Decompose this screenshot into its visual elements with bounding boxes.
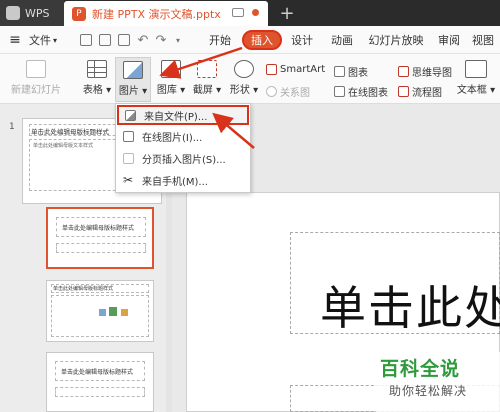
thumb-title-text: 单击此处编辑母版标题样式: [62, 225, 135, 232]
shapes-icon: [234, 60, 254, 78]
thumb-body-text: 单击此处编辑母版文本样式: [33, 143, 94, 149]
screenshot-button[interactable]: 截屏 ▾: [190, 60, 224, 96]
watermark-tagline: 助你轻松解决: [389, 384, 468, 398]
unsaved-dot-icon: [252, 9, 259, 16]
flowchart-button[interactable]: 流程图: [398, 84, 442, 99]
smartart-button[interactable]: SmartArt: [266, 64, 325, 75]
gallery-icon: [161, 60, 181, 78]
mindmap-button[interactable]: 思维导图: [398, 64, 452, 79]
print-preview-icon[interactable]: [118, 34, 130, 46]
save-icon[interactable]: [80, 34, 92, 46]
thumb-title-text: 单击此处编辑母版标题样式: [31, 128, 109, 136]
new-slide-icon: [26, 60, 46, 78]
slide-thumbnail-3[interactable]: 单击此处编辑母版标题样式: [46, 280, 154, 342]
table-label: 表格 ▾: [82, 85, 112, 96]
online-chart-icon: [334, 86, 345, 97]
textbox-button[interactable]: 文本框 ▾: [456, 60, 496, 96]
slide-number: 1: [9, 122, 15, 132]
menu-start[interactable]: 开始: [202, 30, 238, 50]
menu-review[interactable]: 审阅: [434, 30, 464, 50]
paged-image-icon: [123, 152, 134, 164]
smartart-icon: [266, 64, 277, 75]
chart-icon: [334, 66, 345, 77]
menu-slideshow[interactable]: 幻灯片放映: [366, 30, 426, 50]
from-phone-label: 来自手机(M)...: [142, 176, 208, 188]
slide-thumbnail-2[interactable]: 单击此处编辑母版标题样式: [46, 207, 154, 269]
menu-animation[interactable]: 动画: [324, 30, 360, 50]
monitor-icon[interactable]: [232, 8, 244, 17]
file-menu-label: 文件: [28, 34, 51, 47]
textbox-icon: [465, 60, 487, 78]
online-chart-button[interactable]: 在线图表: [334, 84, 388, 99]
paged-insert-label: 分页插入图片(S)...: [142, 154, 226, 166]
relation-label: 关系图: [280, 88, 310, 99]
new-slide-button[interactable]: 新建幻灯片: [8, 60, 64, 96]
wps-logo-icon: [6, 6, 20, 20]
relation-button[interactable]: 关系图: [266, 84, 310, 99]
slide-thumbnail-4[interactable]: 单击此处编辑母版标题样式: [46, 352, 154, 412]
gallery-button[interactable]: 图库 ▾: [154, 60, 188, 96]
gallery-label: 图库 ▾: [156, 85, 186, 96]
shapes-button[interactable]: 形状 ▾: [228, 60, 260, 96]
picture-label: 图片 ▾: [118, 86, 148, 97]
flowchart-label: 流程图: [412, 88, 442, 99]
new-tab-button[interactable]: +: [276, 2, 298, 24]
thumb-chart-icon: [109, 307, 117, 316]
thumb-image-icon: [99, 309, 106, 316]
thumb-title-text: 单击此处编辑母版标题样式: [61, 369, 134, 376]
chart-label: 图表: [348, 68, 368, 79]
online-image-icon: [123, 130, 134, 142]
menu-insert[interactable]: 插入: [242, 30, 282, 50]
online-image-label: 在线图片(I)...: [142, 132, 203, 144]
chevron-down-icon: ▾: [52, 35, 57, 45]
online-chart-label: 在线图表: [348, 88, 388, 99]
wps-tab-label: WPS: [25, 6, 50, 20]
hamburger-menu-icon[interactable]: ≡: [6, 30, 24, 50]
picture-button[interactable]: 图片 ▾: [115, 57, 151, 102]
scissors-icon: [197, 60, 217, 78]
presentation-file-icon: P: [72, 6, 86, 21]
new-slide-label: 新建幻灯片: [11, 85, 61, 96]
undo-icon[interactable]: ↶: [136, 30, 150, 50]
phone-scan-icon: ✂: [123, 173, 134, 187]
picture-icon: [123, 61, 143, 79]
redo-icon[interactable]: ↷: [154, 30, 168, 50]
menu-item-from-phone[interactable]: ✂ 来自手机(M)...: [117, 170, 249, 190]
thumb-table-icon: [121, 309, 128, 316]
menu-view[interactable]: 视图: [472, 30, 500, 50]
thumb-subtitle-box: [55, 387, 145, 397]
document-tab-title: 新建 PPTX 演示文稿.pptx: [92, 7, 221, 21]
watermark-brand: 百科全说: [380, 358, 461, 380]
textbox-label: 文本框 ▾: [456, 85, 496, 96]
print-icon[interactable]: [99, 34, 111, 46]
from-file-label: 来自文件(P)...: [144, 111, 208, 123]
shapes-label: 形状 ▾: [229, 85, 259, 96]
menu-item-paged-insert[interactable]: 分页插入图片(S)...: [117, 148, 249, 168]
menu-item-online-image[interactable]: 在线图片(I)...: [117, 126, 249, 146]
thumb-body-box: [51, 295, 149, 337]
table-button[interactable]: 表格 ▾: [82, 60, 112, 96]
relation-icon: [266, 86, 277, 97]
mindmap-icon: [398, 66, 409, 77]
smartart-label: SmartArt: [280, 64, 326, 75]
thumb-subtitle-box: [56, 243, 146, 253]
flowchart-icon: [398, 86, 409, 97]
mindmap-label: 思维导图: [412, 68, 452, 79]
file-menu[interactable]: 文件 ▾: [26, 30, 60, 50]
thumb-title-text: 单击此处编辑母版标题样式: [53, 286, 114, 292]
menu-design[interactable]: 设计: [284, 30, 320, 50]
screenshot-label: 截屏 ▾: [192, 85, 222, 96]
title-placeholder-text[interactable]: 单击此处: [320, 272, 500, 338]
menu-item-from-file[interactable]: 来自文件(P)...: [117, 105, 249, 125]
wps-home-tab[interactable]: WPS: [0, 0, 64, 26]
chart-button[interactable]: 图表: [334, 64, 368, 79]
table-icon: [87, 60, 107, 78]
image-file-icon: [125, 109, 136, 121]
quick-access-chevron-icon[interactable]: ▾: [172, 30, 184, 50]
